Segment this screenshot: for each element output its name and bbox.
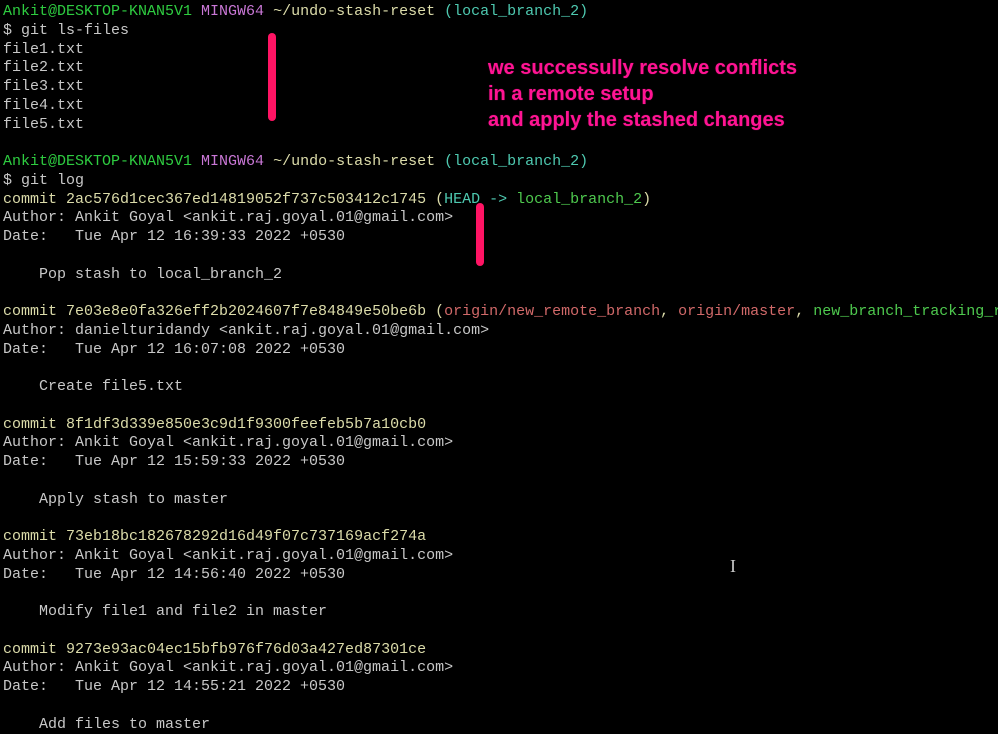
author-line: Author: Ankit Goyal <ankit.raj.goyal.01@… [3, 434, 995, 453]
blank-line [3, 397, 995, 416]
blank-line [3, 284, 995, 303]
blank-line [3, 472, 995, 491]
commit-hash-line: commit 73eb18bc182678292d16d49f07c737169… [3, 528, 995, 547]
commit-message: Apply stash to master [3, 491, 995, 510]
command-line: $ git log [3, 172, 995, 191]
date-line: Date: Tue Apr 12 15:59:33 2022 +0530 [3, 453, 995, 472]
date-line: Date: Tue Apr 12 14:56:40 2022 +0530 [3, 566, 995, 585]
text-cursor-icon: I [730, 555, 736, 578]
prompt-line: Ankit@DESKTOP-KNAN5V1 MINGW64 ~/undo-sta… [3, 153, 995, 172]
commit-hash-line: commit 7e03e8e0fa326eff2b2024607f7e84849… [3, 303, 995, 322]
commit-message: Add files to master [3, 716, 995, 734]
blank-line [3, 247, 995, 266]
command-line: $ git ls-files [3, 22, 995, 41]
author-line: Author: Ankit Goyal <ankit.raj.goyal.01@… [3, 659, 995, 678]
author-line: Author: Ankit Goyal <ankit.raj.goyal.01@… [3, 209, 995, 228]
blank-line [3, 622, 995, 641]
highlight-bar-icon [476, 203, 484, 266]
highlight-bar-icon [268, 33, 276, 121]
blank-line [3, 134, 995, 153]
date-line: Date: Tue Apr 12 14:55:21 2022 +0530 [3, 678, 995, 697]
annotation-text: we successully resolve conflicts in a re… [488, 55, 797, 133]
blank-line [3, 359, 995, 378]
commit-message: Pop stash to local_branch_2 [3, 266, 995, 285]
date-line: Date: Tue Apr 12 16:39:33 2022 +0530 [3, 228, 995, 247]
prompt-line: Ankit@DESKTOP-KNAN5V1 MINGW64 ~/undo-sta… [3, 3, 995, 22]
commit-hash-line: commit 8f1df3d339e850e3c9d1f9300feefeb5b… [3, 416, 995, 435]
commit-hash-line: commit 2ac576d1cec367ed14819052f737c5034… [3, 191, 995, 210]
commit-message: Create file5.txt [3, 378, 995, 397]
date-line: Date: Tue Apr 12 16:07:08 2022 +0530 [3, 341, 995, 360]
author-line: Author: danielturidandy <ankit.raj.goyal… [3, 322, 995, 341]
commit-hash-line: commit 9273e93ac04ec15bfb976f76d03a427ed… [3, 641, 995, 660]
author-line: Author: Ankit Goyal <ankit.raj.goyal.01@… [3, 547, 995, 566]
blank-line [3, 697, 995, 716]
blank-line [3, 584, 995, 603]
blank-line [3, 509, 995, 528]
commit-message: Modify file1 and file2 in master [3, 603, 995, 622]
